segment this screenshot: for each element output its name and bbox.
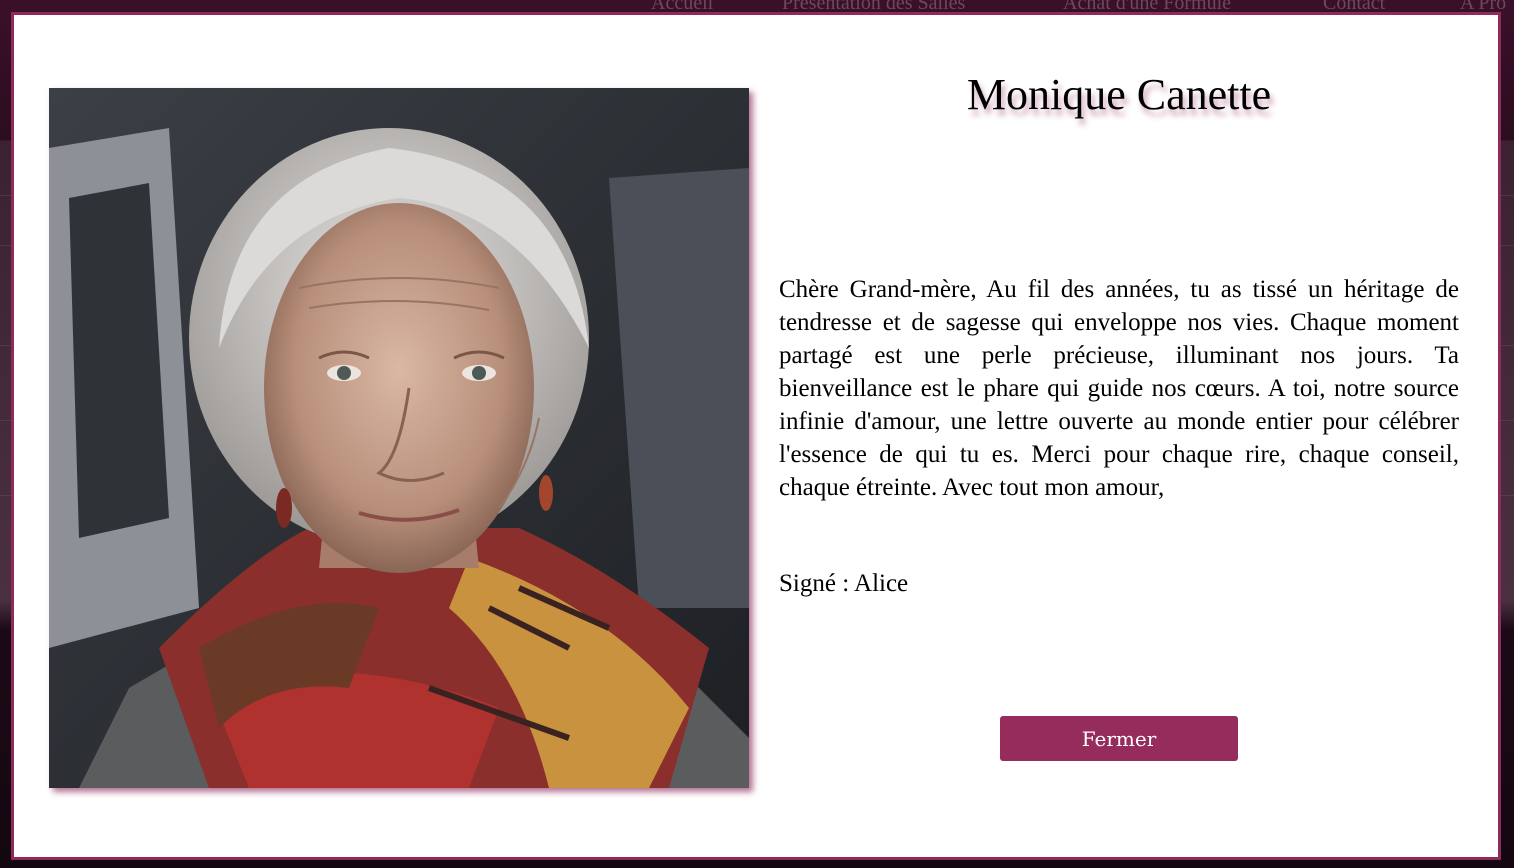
portrait-illustration	[49, 88, 749, 788]
close-button[interactable]: Fermer	[1000, 716, 1238, 761]
signature: Signé : Alice	[779, 570, 909, 597]
tribute-message: Chère Grand-mère, Au fil des années, tu …	[779, 276, 1459, 501]
tribute-modal: Monique Canette Chère Grand-mère, Au fil…	[11, 12, 1501, 860]
person-name: Monique Canette	[966, 70, 1272, 119]
portrait-photo	[49, 88, 749, 788]
